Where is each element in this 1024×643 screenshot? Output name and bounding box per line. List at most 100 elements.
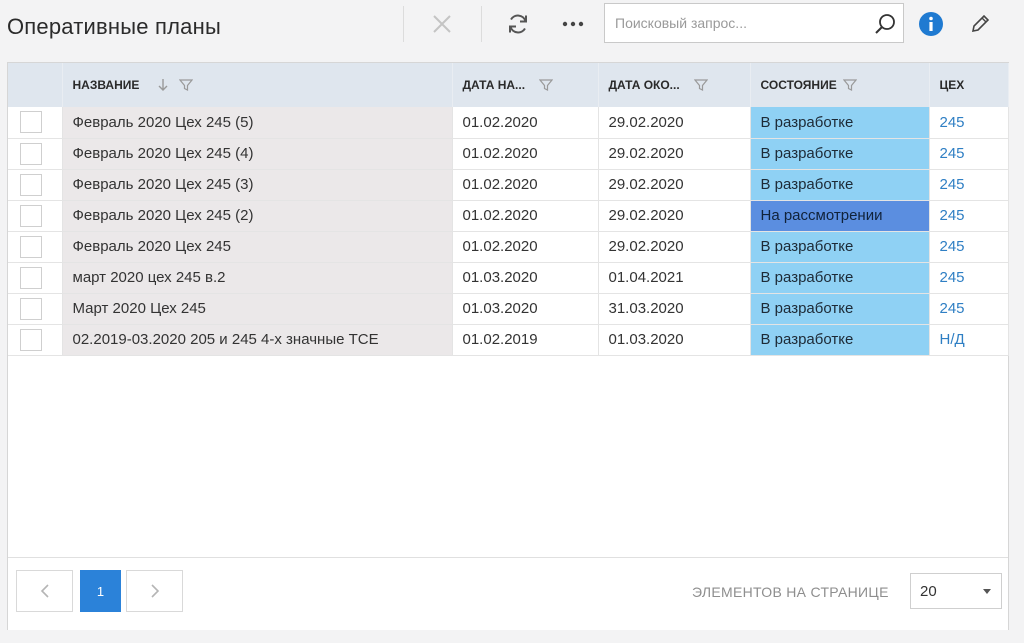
select-column-header[interactable]	[8, 63, 63, 107]
dept-link[interactable]: 245	[929, 169, 1009, 201]
status-cell: В разработке	[750, 138, 930, 170]
filter-icon[interactable]	[179, 78, 194, 92]
row-checkbox[interactable]	[20, 204, 42, 227]
dept-link[interactable]: 245	[929, 107, 1009, 139]
info-icon	[919, 12, 943, 36]
status-cell: На рассмотрении	[750, 200, 930, 232]
end-date: 01.04.2021	[598, 262, 751, 294]
page-button-current[interactable]: 1	[80, 570, 121, 612]
status-cell: В разработке	[750, 107, 930, 139]
column-header-end-date[interactable]: Дата око...	[598, 63, 751, 107]
plan-name: март 2020 цех 245 в.2	[62, 262, 453, 294]
table-row[interactable]: 02.2019-03.2020 205 и 245 4-х значные ТС…	[8, 324, 1009, 356]
sort-down-icon[interactable]	[157, 77, 169, 93]
status-cell: В разработке	[750, 262, 930, 294]
next-page-button[interactable]	[126, 570, 183, 612]
plans-table: Название Дата на...	[8, 63, 1009, 356]
items-per-page-select[interactable]: 20	[910, 573, 1002, 609]
items-per-page-label: ЭЛЕМЕНТОВ НА СТРАНИЦЕ	[692, 584, 889, 600]
close-button[interactable]	[425, 8, 459, 40]
row-checkbox-cell	[8, 231, 63, 263]
page-title: Оперативные планы	[7, 14, 221, 39]
status-cell: В разработке	[750, 324, 930, 356]
table-row[interactable]: Март 2020 Цех 245 01.03.2020 31.03.2020 В р…	[8, 293, 1009, 325]
start-date: 01.02.2020	[452, 231, 599, 263]
table-row[interactable]: Февраль 2020 Цех 245 (2) 01.02.2020 29.02.…	[8, 200, 1009, 232]
column-header-dept[interactable]: Цех	[929, 63, 1009, 107]
column-header-name[interactable]: Название	[62, 63, 453, 107]
row-checkbox-cell	[8, 138, 63, 170]
search-box	[604, 3, 904, 43]
search-icon	[875, 14, 895, 34]
row-checkbox[interactable]	[20, 173, 42, 196]
status-cell: В разработке	[750, 293, 930, 325]
row-checkbox[interactable]	[20, 266, 42, 289]
table-row[interactable]: март 2020 цех 245 в.2 01.03.2020 01.04.202…	[8, 262, 1009, 294]
row-checkbox[interactable]	[20, 142, 42, 165]
row-checkbox[interactable]	[20, 235, 42, 258]
toolbar-divider	[481, 6, 482, 42]
end-date: 29.02.2020	[598, 107, 751, 139]
row-checkbox-cell	[8, 169, 63, 201]
plan-name: Март 2020 Цех 245	[62, 293, 453, 325]
table-row[interactable]: Февраль 2020 Цех 245 01.02.2020 29.02.2020…	[8, 231, 1009, 263]
table-row[interactable]: Февраль 2020 Цех 245 (3) 01.02.2020 29.02.…	[8, 169, 1009, 201]
status-cell: В разработке	[750, 169, 930, 201]
dept-link[interactable]: 245	[929, 262, 1009, 294]
end-date: 29.02.2020	[598, 200, 751, 232]
search-button[interactable]	[873, 12, 897, 41]
close-icon	[433, 15, 451, 33]
plan-name: Февраль 2020 Цех 245 (3)	[62, 169, 453, 201]
chevron-left-icon	[40, 584, 49, 598]
end-date: 29.02.2020	[598, 231, 751, 263]
start-date: 01.02.2020	[452, 107, 599, 139]
row-checkbox-cell	[8, 107, 63, 139]
filter-icon[interactable]	[693, 78, 708, 92]
start-date: 01.03.2020	[452, 262, 599, 294]
dept-link[interactable]: 245	[929, 231, 1009, 263]
row-checkbox-cell	[8, 262, 63, 294]
search-input[interactable]	[605, 4, 867, 42]
plan-name: Февраль 2020 Цех 245 (2)	[62, 200, 453, 232]
column-header-state[interactable]: Состояние	[750, 63, 930, 107]
table-row[interactable]: Февраль 2020 Цех 245 (5) 01.02.2020 29.02.…	[8, 107, 1009, 139]
row-checkbox[interactable]	[20, 111, 42, 134]
table-row[interactable]: Февраль 2020 Цех 245 (4) 01.02.2020 29.02.…	[8, 138, 1009, 170]
pencil-icon	[971, 14, 990, 33]
filter-icon[interactable]	[539, 78, 554, 92]
info-button[interactable]	[914, 8, 948, 40]
pagination-bar: 1 ЭЛЕМЕНТОВ НА СТРАНИЦЕ 20	[8, 557, 1008, 630]
prev-page-button[interactable]	[16, 570, 73, 612]
filter-icon[interactable]	[842, 78, 857, 92]
chevron-right-icon	[150, 584, 159, 598]
row-checkbox[interactable]	[20, 297, 42, 320]
end-date: 31.03.2020	[598, 293, 751, 325]
plan-name: 02.2019-03.2020 205 и 245 4-х значные ТС…	[62, 324, 453, 356]
plan-name: Февраль 2020 Цех 245 (4)	[62, 138, 453, 170]
start-date: 01.02.2020	[452, 169, 599, 201]
dept-link[interactable]: 245	[929, 138, 1009, 170]
column-header-start-date[interactable]: Дата на...	[452, 63, 599, 107]
chevron-down-icon	[983, 589, 991, 594]
end-date: 29.02.2020	[598, 169, 751, 201]
row-checkbox-cell	[8, 293, 63, 325]
edit-button[interactable]	[963, 8, 997, 40]
row-checkbox-cell	[8, 324, 63, 356]
dept-link[interactable]: 245	[929, 200, 1009, 232]
status-cell: В разработке	[750, 231, 930, 263]
start-date: 01.02.2020	[452, 200, 599, 232]
more-button[interactable]	[556, 8, 590, 40]
more-icon	[562, 21, 584, 27]
toolbar-divider	[403, 6, 404, 42]
refresh-button[interactable]	[501, 8, 535, 40]
start-date: 01.03.2020	[452, 293, 599, 325]
plan-name: Февраль 2020 Цех 245 (5)	[62, 107, 453, 139]
end-date: 29.02.2020	[598, 138, 751, 170]
refresh-icon	[509, 14, 527, 34]
end-date: 01.03.2020	[598, 324, 751, 356]
start-date: 01.02.2020	[452, 138, 599, 170]
row-checkbox[interactable]	[20, 328, 42, 351]
row-checkbox-cell	[8, 200, 63, 232]
dept-link[interactable]: Н/Д	[929, 324, 1009, 356]
dept-link[interactable]: 245	[929, 293, 1009, 325]
